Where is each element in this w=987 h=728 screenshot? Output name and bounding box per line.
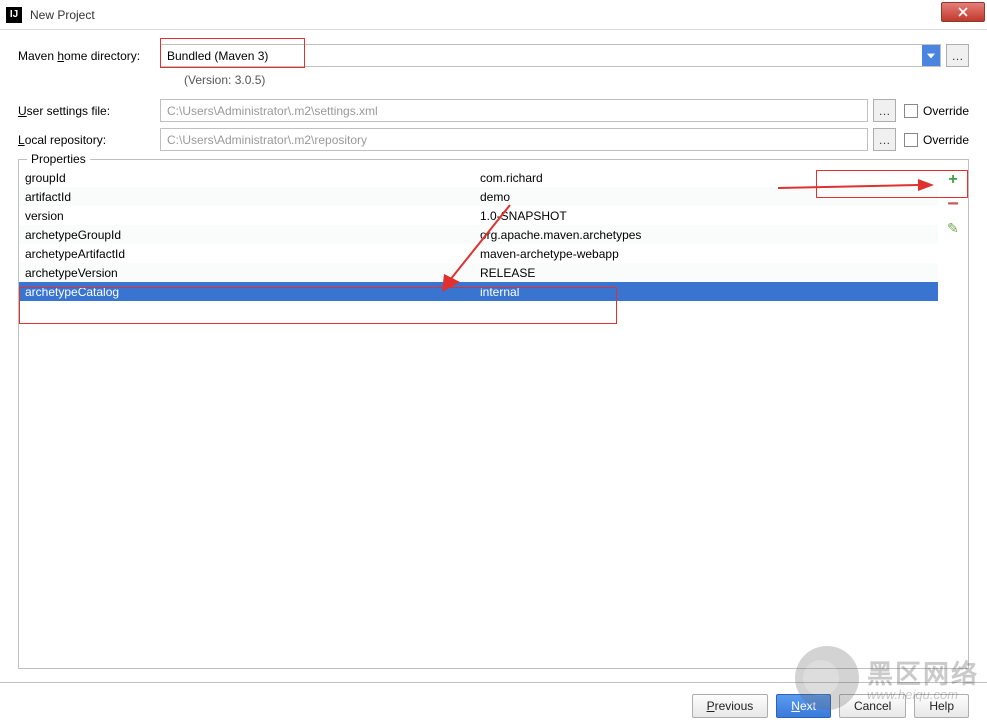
previous-button[interactable]: Previous [692,694,769,718]
prop-key: groupId [25,171,480,185]
properties-table[interactable]: groupId com.richard artifactId demo vers… [19,168,938,668]
prop-key: version [25,209,480,223]
local-repo-override-checkbox[interactable] [904,133,918,147]
prop-val: org.apache.maven.archetypes [480,228,932,242]
prop-val: RELEASE [480,266,932,280]
user-settings-input[interactable]: C:\Users\Administrator\.m2\settings.xml [160,99,868,122]
prop-key: archetypeVersion [25,266,480,280]
maven-home-browse-button[interactable]: … [946,44,969,67]
table-row[interactable]: groupId com.richard [19,168,938,187]
app-icon: IJ [6,7,22,23]
window-title: New Project [30,8,95,22]
pencil-icon: ✎ [947,220,959,237]
table-row[interactable]: version 1.0-SNAPSHOT [19,206,938,225]
properties-fieldset: Properties groupId com.richard artifactI… [18,159,969,669]
table-row[interactable]: artifactId demo [19,187,938,206]
properties-legend: Properties [27,152,90,166]
table-row[interactable]: archetypeCatalog internal [19,282,938,301]
help-button[interactable]: Help [914,694,969,718]
prop-key: archetypeGroupId [25,228,480,242]
prop-key: archetypeArtifactId [25,247,480,261]
user-settings-row: User settings file: C:\Users\Administrat… [18,99,969,122]
maven-home-row: Maven home directory: Bundled (Maven 3) … [18,44,969,67]
minus-icon: − [947,198,959,210]
chevron-down-icon[interactable] [922,45,940,66]
table-row[interactable]: archetypeVersion RELEASE [19,263,938,282]
user-settings-override-wrap: Override [904,104,969,118]
local-repo-row: Local repository: C:\Users\Administrator… [18,128,969,151]
next-button[interactable]: Next [776,694,831,718]
local-repo-browse-button[interactable]: … [873,128,896,151]
close-button[interactable] [941,2,985,22]
user-settings-override-label: Override [923,104,969,118]
plus-icon: + [948,172,957,188]
local-repo-label: Local repository: [18,133,160,147]
prop-key: artifactId [25,190,480,204]
prop-val: demo [480,190,932,204]
maven-home-value: Bundled (Maven 3) [161,49,922,63]
footer: Previous Next Cancel Help [0,682,987,728]
edit-property-button[interactable]: ✎ [945,220,961,236]
prop-val: com.richard [480,171,932,185]
local-repo-input[interactable]: C:\Users\Administrator\.m2\repository [160,128,868,151]
maven-home-label: Maven home directory: [18,49,160,63]
user-settings-label: User settings file: [18,104,160,118]
titlebar: IJ New Project [0,0,987,30]
maven-home-combo[interactable]: Bundled (Maven 3) [160,44,941,67]
local-repo-override-label: Override [923,133,969,147]
prop-val: maven-archetype-webapp [480,247,932,261]
prop-val: 1.0-SNAPSHOT [480,209,932,223]
table-row[interactable]: archetypeArtifactId maven-archetype-weba… [19,244,938,263]
cancel-button[interactable]: Cancel [839,694,906,718]
maven-version-text: (Version: 3.0.5) [160,73,969,87]
add-property-button[interactable]: + [945,172,961,188]
user-settings-browse-button[interactable]: … [873,99,896,122]
close-icon [958,7,968,17]
local-repo-override-wrap: Override [904,133,969,147]
prop-key: archetypeCatalog [25,285,480,299]
table-row[interactable]: archetypeGroupId org.apache.maven.archet… [19,225,938,244]
prop-val: internal [480,285,932,299]
user-settings-override-checkbox[interactable] [904,104,918,118]
remove-property-button[interactable]: − [945,196,961,212]
properties-actions: + − ✎ [938,168,968,668]
